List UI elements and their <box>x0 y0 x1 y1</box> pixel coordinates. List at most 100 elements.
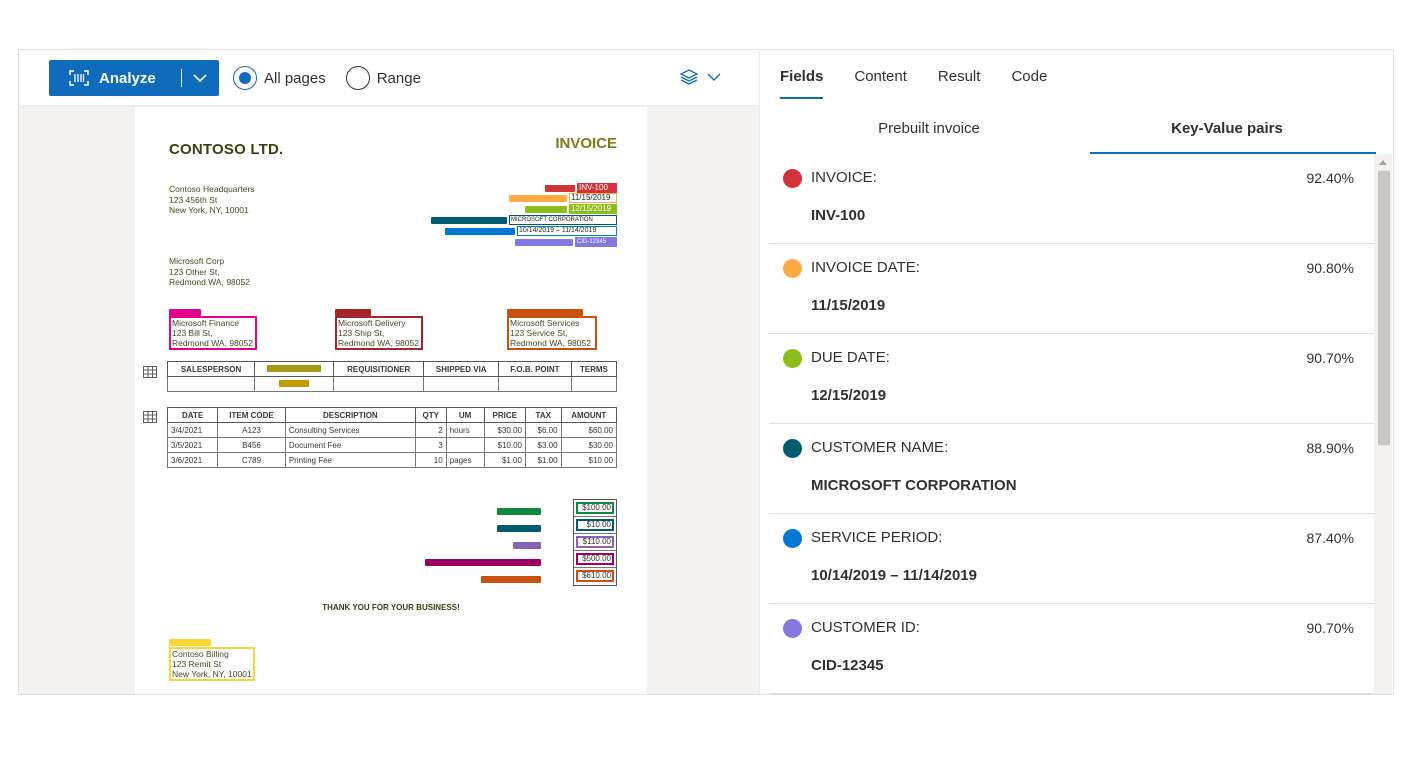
subtab-key-value-pairs[interactable]: Key-Value pairs <box>1078 112 1376 154</box>
field-item-customer-id[interactable]: CUSTOMER ID: 90.70% CID-12345 <box>769 604 1374 694</box>
table-cell: 3/4/2021 <box>166 422 219 438</box>
radio-all-pages[interactable]: All pages <box>233 66 326 90</box>
field-type-tabs: Prebuilt invoice Key-Value pairs <box>780 112 1376 154</box>
table-row <box>166 376 618 392</box>
invoice-key-highlight[interactable] <box>545 185 575 192</box>
due-date-value-highlight[interactable]: 12/15/2019 <box>569 204 617 214</box>
customer-name-value-highlight[interactable]: MICROSOFT CORPORATION <box>509 215 617 225</box>
service-address-key-highlight[interactable] <box>507 309 583 316</box>
table-icon[interactable] <box>143 411 157 423</box>
table-header: AMOUNT <box>560 407 618 423</box>
scroll-up-arrow-icon[interactable] <box>1379 160 1387 165</box>
field-list[interactable]: INVOICE: 92.40% INV-100 INVOICE DATE: 90… <box>769 154 1374 694</box>
invoice-date-value-highlight[interactable]: 11/15/2019 <box>569 193 617 203</box>
app-frame: Analyze All pages Range CONTOSO LTD. INV… <box>18 49 1394 695</box>
table-cell: $1.00 <box>524 452 562 468</box>
amount-due-value-highlight[interactable]: $610.00 <box>576 570 614 582</box>
customer-id-value-highlight[interactable]: CID-12345 <box>575 237 617 247</box>
table-header: SHIPPED VIA <box>423 361 499 377</box>
table-header: DATE <box>166 407 219 423</box>
color-dot <box>783 619 802 638</box>
field-item-invoice-date[interactable]: INVOICE DATE: 90.80% 11/15/2019 <box>769 244 1374 334</box>
remit-to-line: Contoso Billing <box>172 649 229 659</box>
table-cell: 2 <box>414 422 447 438</box>
bill-to-line: Microsoft Finance <box>172 318 240 328</box>
radio-all-pages-indicator[interactable] <box>233 66 257 90</box>
customer-id-key-highlight[interactable] <box>515 239 573 246</box>
table-cell: $3.00 <box>524 437 562 453</box>
field-confidence: 90.70% <box>1306 620 1354 636</box>
subtotal-key-highlight[interactable] <box>497 508 541 515</box>
field-key: DUE DATE: <box>811 349 890 366</box>
radio-range[interactable]: Range <box>345 66 421 90</box>
table-header: DESCRIPTION <box>284 407 416 423</box>
service-period-value-highlight[interactable]: 10/14/2019 – 11/14/2019 <box>517 226 617 236</box>
invoice-title: INVOICE <box>555 135 617 152</box>
document-pane: Analyze All pages Range CONTOSO LTD. INV… <box>19 50 759 694</box>
bill-to-value-highlight[interactable]: Microsoft Finance 123 Bill St, Redmond W… <box>169 316 257 350</box>
tab-code[interactable]: Code <box>1011 68 1047 99</box>
remit-to-key-highlight[interactable] <box>169 639 211 646</box>
field-confidence: 92.40% <box>1306 170 1354 186</box>
table-icon[interactable] <box>143 366 157 378</box>
sales-tax-key-highlight[interactable] <box>497 525 541 532</box>
amount-due-key-highlight[interactable] <box>481 576 541 583</box>
field-list-scrollbar[interactable] <box>1374 154 1392 694</box>
scan-icon <box>69 70 89 86</box>
table-header: REQUISITIONER <box>332 361 425 377</box>
ship-to-line: Microsoft Delivery <box>338 318 406 328</box>
service-period-key-highlight[interactable] <box>445 228 515 235</box>
field-value: INV-100 <box>811 207 866 224</box>
po-number-value-highlight[interactable] <box>279 379 310 387</box>
document-viewer[interactable]: CONTOSO LTD. INVOICE Contoso Headquarter… <box>19 107 759 694</box>
field-item-service-period[interactable]: SERVICE PERIOD: 87.40% 10/14/2019 – 11/1… <box>769 514 1374 604</box>
subtotal-value-highlight[interactable]: $100.00 <box>576 502 614 514</box>
layers-dropdown-button[interactable] <box>679 68 721 86</box>
invoice-value-highlight[interactable]: INV-100 <box>577 183 617 193</box>
layers-icon <box>679 69 699 85</box>
analyze-divider <box>181 69 182 87</box>
field-key: CUSTOMER ID: <box>811 619 920 636</box>
table-cell <box>445 437 485 453</box>
field-key: SERVICE PERIOD: <box>811 529 943 546</box>
subtab-prebuilt-invoice[interactable]: Prebuilt invoice <box>780 112 1078 154</box>
field-item-invoice[interactable]: INVOICE: 92.40% INV-100 <box>769 154 1374 244</box>
table-cell: 3/5/2021 <box>166 437 219 453</box>
customer-line: Microsoft Corp <box>169 256 225 266</box>
chevron-down-icon <box>193 73 207 82</box>
ship-to-value-highlight[interactable]: Microsoft Delivery 123 Ship St, Redmond … <box>335 316 423 350</box>
table-cell: $30.00 <box>560 437 618 453</box>
scrollbar-thumb[interactable] <box>1378 171 1390 445</box>
color-dot <box>783 439 802 458</box>
invoice-date-key-highlight[interactable] <box>509 195 567 202</box>
field-item-due-date[interactable]: DUE DATE: 90.70% 12/15/2019 <box>769 334 1374 424</box>
po-number-key-highlight[interactable] <box>267 364 322 372</box>
table-cell: Document Fee <box>284 437 416 453</box>
total-value-highlight[interactable]: $110.00 <box>576 536 614 548</box>
field-confidence: 88.90% <box>1306 440 1354 456</box>
due-date-key-highlight[interactable] <box>525 206 567 213</box>
customer-name-key-highlight[interactable] <box>431 217 507 224</box>
tab-content[interactable]: Content <box>854 68 907 99</box>
field-item-customer-name[interactable]: CUSTOMER NAME: 88.90% MICROSOFT CORPORAT… <box>769 424 1374 514</box>
table-cell: 10 <box>414 452 447 468</box>
analyze-dropdown-button[interactable] <box>182 60 218 96</box>
previous-balance-value-highlight[interactable]: $500.00 <box>576 553 614 565</box>
tab-result[interactable]: Result <box>938 68 981 99</box>
bill-to-key-highlight[interactable] <box>169 309 201 316</box>
remit-to-value-highlight[interactable]: Contoso Billing 123 Remit St New York, N… <box>169 647 255 681</box>
previous-balance-key-highlight[interactable] <box>425 559 541 566</box>
totals-column: $100.00 $10.00 $110.00 $500.00 $610.00 <box>573 499 617 586</box>
table-header: UM <box>445 407 485 423</box>
table-cell: $6.00 <box>524 422 562 438</box>
total-key-highlight[interactable] <box>513 542 541 549</box>
radio-range-indicator[interactable] <box>345 66 370 90</box>
ship-to-key-highlight[interactable] <box>335 309 371 316</box>
table-cell: 3/6/2021 <box>166 452 219 468</box>
analyze-split-button[interactable]: Analyze <box>49 60 219 96</box>
service-address-value-highlight[interactable]: Microsoft Services 123 Service St, Redmo… <box>507 316 597 350</box>
analyze-button[interactable]: Analyze <box>49 60 181 96</box>
field-key: INVOICE DATE: <box>811 259 920 276</box>
tab-fields[interactable]: Fields <box>780 68 824 99</box>
sales-tax-value-highlight[interactable]: $10.00 <box>576 519 614 531</box>
